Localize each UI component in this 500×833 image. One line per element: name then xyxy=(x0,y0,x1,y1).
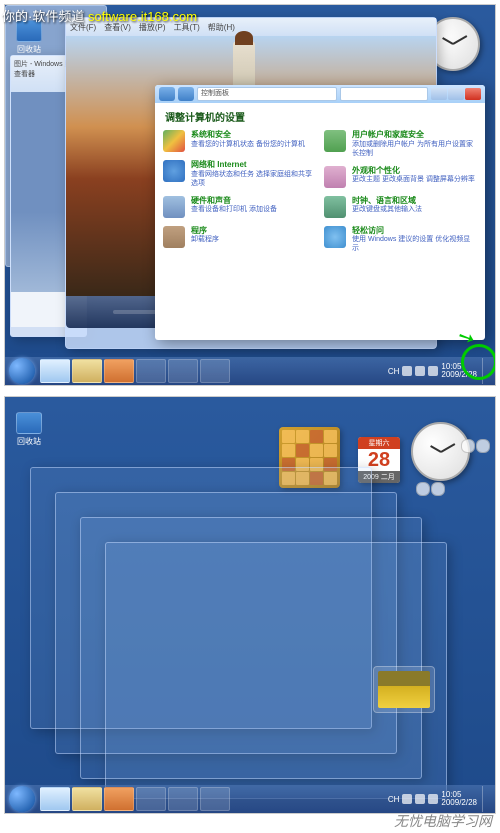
taskbar-wmp-icon[interactable] xyxy=(104,787,134,811)
tray-date[interactable]: 2009/2/28 xyxy=(441,799,477,807)
system-tray: CH 10:05 2009/2/28 xyxy=(388,786,495,812)
annotation-circle xyxy=(461,344,496,380)
shield-icon xyxy=(163,130,185,152)
cp-item-appearance[interactable]: 外观和个性化更改主题 更改桌面背景 调整屏幕分辨率 xyxy=(324,166,477,188)
taskbar-app-icon[interactable] xyxy=(136,359,166,383)
screenshot-aero-peek: 回收站 星期六 28 2009 二月 CH 10:05 2009/2/28 xyxy=(4,396,496,814)
cp-item-ease-access[interactable]: 轻松访问使用 Windows 建议的设置 优化视频显示 xyxy=(324,226,477,254)
globe-icon xyxy=(163,160,185,182)
start-button[interactable] xyxy=(9,786,35,812)
cp-item-clock-region[interactable]: 时钟、语言和区域更改键盘或其他输入法 xyxy=(324,196,477,218)
taskbar-explorer-icon[interactable] xyxy=(72,787,102,811)
tray-lang[interactable]: CH xyxy=(388,795,400,804)
slideshow-gadget[interactable] xyxy=(373,666,435,713)
cp-left-column: 系统和安全查看您的计算机状态 备份您的计算机 网络和 Internet查看网络状… xyxy=(163,130,316,262)
start-button[interactable] xyxy=(9,358,35,384)
calendar-header: 星期六 xyxy=(358,437,400,449)
address-bar[interactable]: 控制面板 xyxy=(197,87,337,101)
clock-icon xyxy=(324,196,346,218)
close-button[interactable] xyxy=(465,88,481,100)
slideshow-image xyxy=(378,671,430,708)
cp-item-hardware[interactable]: 硬件和声音查看设备和打印机 添加设备 xyxy=(163,196,316,218)
nav-back-button[interactable] xyxy=(159,87,175,101)
taskbar-app-icon[interactable] xyxy=(136,787,166,811)
cp-heading: 调整计算机的设置 xyxy=(155,103,485,130)
cp-titlebar: 控制面板 xyxy=(155,85,485,103)
minimize-button[interactable] xyxy=(431,88,447,100)
user-icon xyxy=(324,130,346,152)
recycle-bin-icon[interactable]: 回收站 xyxy=(13,20,45,55)
wmp-menu-help[interactable]: 帮助(H) xyxy=(208,22,235,33)
watermark-bottom: 无忧电脑学习网 xyxy=(394,811,492,831)
gadget-controls[interactable] xyxy=(461,439,490,453)
taskbar-ie-icon[interactable] xyxy=(40,787,70,811)
gadget-controls[interactable] xyxy=(416,482,445,496)
taskbar-wmp-icon[interactable] xyxy=(104,359,134,383)
tray-volume-icon[interactable] xyxy=(428,366,438,376)
cp-item-users[interactable]: 用户帐户和家庭安全添加或删除用户帐户 为所有用户设置家长控制 xyxy=(324,130,477,158)
taskbar-app-icon[interactable] xyxy=(168,787,198,811)
taskbar: CH 10:05 2009/2/28 xyxy=(5,785,495,813)
tray-icon[interactable] xyxy=(402,794,412,804)
taskbar: CH 10:05 2009/2/28 xyxy=(5,357,495,385)
cp-right-column: 用户帐户和家庭安全添加或删除用户帐户 为所有用户设置家长控制 外观和个性化更改主… xyxy=(324,130,477,262)
taskbar-app-icon[interactable] xyxy=(200,359,230,383)
show-desktop-button[interactable] xyxy=(482,786,493,812)
tray-network-icon[interactable] xyxy=(415,366,425,376)
ease-icon xyxy=(324,226,346,248)
cp-item-programs[interactable]: 程序卸载程序 xyxy=(163,226,316,248)
cp-item-network[interactable]: 网络和 Internet查看网络状态和任务 选择家庭组和共享选项 xyxy=(163,160,316,188)
taskbar-app-icon[interactable] xyxy=(168,359,198,383)
taskbar-app-icon[interactable] xyxy=(200,787,230,811)
maximize-button[interactable] xyxy=(448,88,464,100)
cp-item-system-security[interactable]: 系统和安全查看您的计算机状态 备份您的计算机 xyxy=(163,130,316,152)
tray-lang[interactable]: CH xyxy=(388,367,400,376)
printer-icon xyxy=(163,196,185,218)
taskbar-explorer-icon[interactable] xyxy=(72,359,102,383)
watermark-top: 你的·软件频道 software.it168.com xyxy=(2,6,197,25)
taskbar-ie-icon[interactable] xyxy=(40,359,70,383)
nav-forward-button[interactable] xyxy=(178,87,194,101)
recycle-bin-icon[interactable]: 回收站 xyxy=(13,412,45,447)
tray-icon[interactable] xyxy=(402,366,412,376)
tray-volume-icon[interactable] xyxy=(428,794,438,804)
control-panel-window[interactable]: 控制面板 调整计算机的设置 系统和安全查看您的计算机状态 备份您的计算机 网络和… xyxy=(155,85,485,340)
search-input[interactable] xyxy=(340,87,428,101)
screenshot-normal-desktop: 回收站 图片 - Windows 照片查看器 文件(F) 查看(V) 播放(P)… xyxy=(4,4,496,386)
tray-network-icon[interactable] xyxy=(415,794,425,804)
box-icon xyxy=(163,226,185,248)
monitor-icon xyxy=(324,166,346,188)
